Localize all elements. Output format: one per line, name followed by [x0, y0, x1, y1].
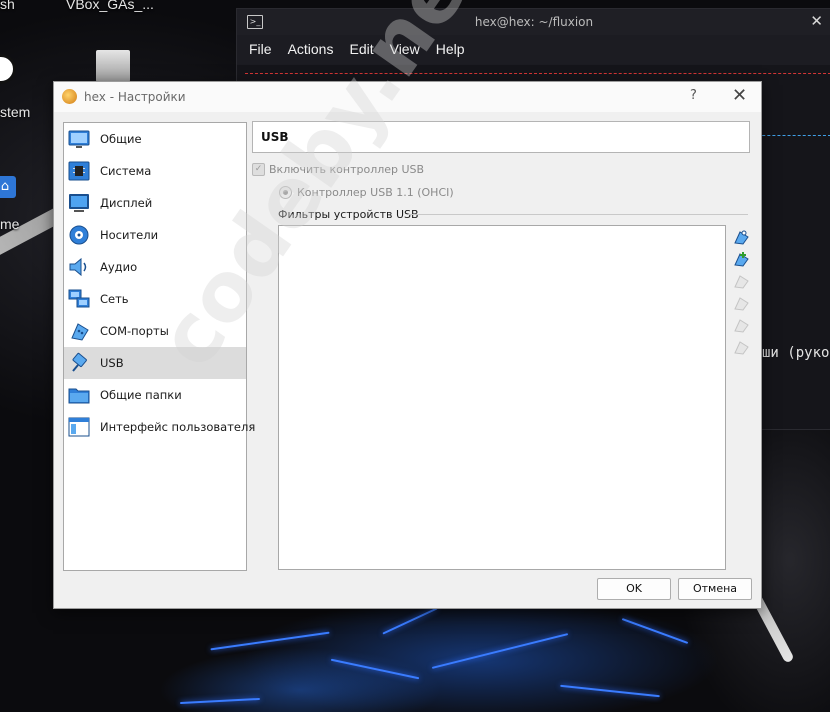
- wallpaper-streak: [382, 607, 438, 635]
- wallpaper-streak: [431, 633, 569, 669]
- section-header: USB: [252, 121, 750, 153]
- add-filter-icon[interactable]: [732, 228, 750, 246]
- usb11-radio-label: Контроллер USB 1.1 (OHCI): [297, 186, 454, 199]
- terminal-icon: >_: [247, 15, 263, 29]
- sidebar-item-network[interactable]: Сеть: [64, 283, 246, 315]
- sidebar-item-label: USB: [100, 356, 124, 370]
- virtualbox-icon: [62, 89, 77, 104]
- close-icon[interactable]: ✕: [810, 12, 823, 30]
- terminal-menubar: File Actions Edit View Help: [237, 35, 830, 63]
- file-icon[interactable]: [96, 50, 130, 82]
- system-icon: [68, 161, 90, 181]
- sidebar-item-shared-folders[interactable]: Общие папки: [64, 379, 246, 411]
- wallpaper-streak: [560, 684, 660, 698]
- wallpaper-streak: [621, 618, 689, 644]
- sidebar-item-label: Дисплей: [100, 196, 153, 210]
- desktop-icon-label[interactable]: me: [0, 216, 19, 232]
- terminal-text: ши (рукопо: [762, 345, 830, 361]
- menu-help[interactable]: Help: [436, 41, 465, 57]
- menu-file[interactable]: File: [249, 41, 272, 57]
- network-icon: [68, 289, 90, 308]
- wallpaper-streak: [210, 631, 330, 651]
- desktop-icon-label[interactable]: stem: [0, 104, 30, 120]
- terminal-title: hex@hex: ~/fluxion: [474, 15, 594, 29]
- sidebar-item-serial-ports[interactable]: COM-порты: [64, 315, 246, 347]
- system-icon[interactable]: [0, 54, 16, 84]
- help-button[interactable]: ?: [690, 88, 697, 103]
- shared-folders-icon: [68, 388, 90, 404]
- wallpaper-streak: [330, 658, 420, 680]
- ok-button[interactable]: OK: [597, 578, 671, 600]
- dialog-title: hex - Настройки: [84, 90, 186, 104]
- terminal-titlebar[interactable]: >_ hex@hex: ~/fluxion ✕: [237, 9, 830, 35]
- menu-edit[interactable]: Edit: [349, 41, 373, 57]
- sidebar-item-label: Система: [100, 164, 152, 178]
- display-icon: [69, 194, 89, 212]
- audio-icon: [69, 257, 87, 277]
- sidebar-item-label: Аудио: [100, 260, 138, 274]
- wallpaper-streak: [180, 697, 260, 705]
- storage-icon: [69, 225, 89, 245]
- sidebar-item-label: Общие папки: [100, 388, 182, 402]
- sidebar-item-display[interactable]: Дисплей: [64, 187, 246, 219]
- edit-filter-icon[interactable]: [732, 272, 750, 290]
- filters-label: Фильтры устройств USB: [278, 208, 419, 221]
- desktop-icon-label[interactable]: sh: [0, 0, 15, 12]
- terminal-rule-red: [245, 73, 830, 74]
- enable-usb-label: Включить контроллер USB: [269, 163, 425, 176]
- home-icon[interactable]: ⌂: [0, 176, 16, 198]
- add-from-device-icon[interactable]: [732, 250, 750, 268]
- settings-sidebar: Общие Система Дисплей Носители Аудио Сет…: [63, 122, 255, 571]
- divider: [408, 214, 748, 215]
- usb-filters-list[interactable]: [278, 225, 726, 570]
- settings-dialog[interactable]: hex - Настройки ? ✕ Общие Система Диспле…: [53, 81, 762, 609]
- menu-view[interactable]: View: [390, 41, 420, 57]
- general-icon: [68, 130, 90, 148]
- close-button[interactable]: ✕: [732, 85, 747, 106]
- sidebar-item-general[interactable]: Общие: [64, 123, 246, 155]
- enable-usb-checkbox[interactable]: ✓: [252, 163, 265, 176]
- sidebar-item-usb[interactable]: USB: [64, 347, 246, 379]
- remove-filter-icon[interactable]: [732, 294, 750, 312]
- sidebar-item-label: Сеть: [100, 292, 129, 306]
- sidebar-item-label: Носители: [100, 228, 159, 242]
- move-down-icon[interactable]: [732, 338, 750, 356]
- move-up-icon[interactable]: [732, 316, 750, 334]
- user-interface-icon: [68, 417, 90, 437]
- dialog-titlebar[interactable]: hex - Настройки ? ✕: [54, 82, 761, 112]
- usb11-radio[interactable]: [279, 186, 292, 199]
- cancel-button[interactable]: Отмена: [678, 578, 752, 600]
- sidebar-item-label: COM-порты: [100, 324, 169, 338]
- menu-actions[interactable]: Actions: [288, 41, 334, 57]
- section-title: USB: [261, 130, 289, 144]
- serial-ports-icon: [71, 323, 89, 341]
- sidebar-item-system[interactable]: Система: [64, 155, 246, 187]
- sidebar-item-user-interface[interactable]: Интерфейс пользователя: [64, 411, 255, 443]
- usb-icon: [72, 352, 87, 372]
- sidebar-item-storage[interactable]: Носители: [64, 219, 246, 251]
- sidebar-item-label: Общие: [100, 132, 142, 146]
- desktop-icon-label[interactable]: VBox_GAs_...: [66, 0, 154, 12]
- sidebar-item-audio[interactable]: Аудио: [64, 251, 246, 283]
- sidebar-item-label: Интерфейс пользователя: [100, 420, 256, 434]
